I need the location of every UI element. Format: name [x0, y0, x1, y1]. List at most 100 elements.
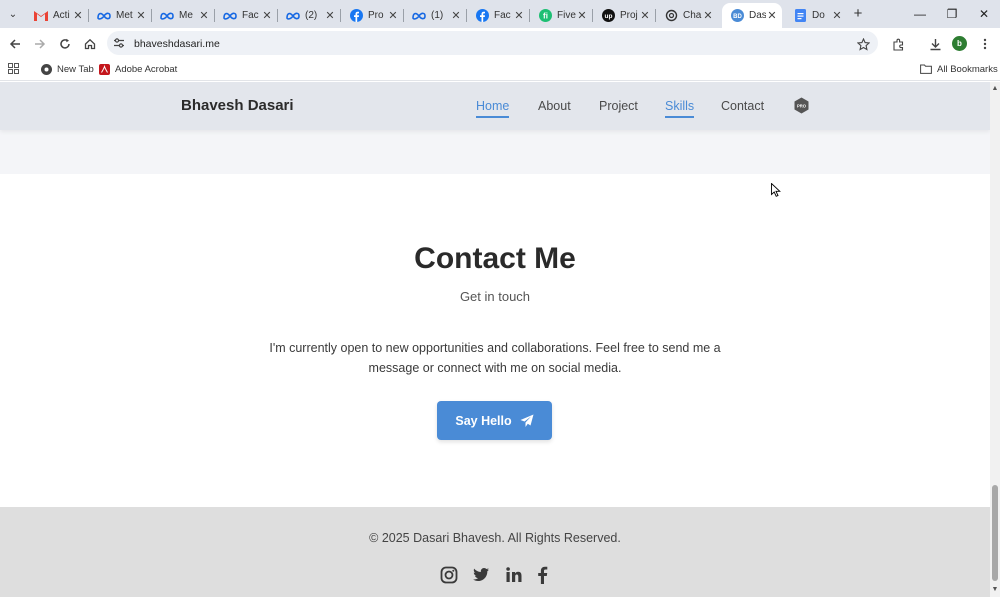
upwork-icon: up: [601, 9, 615, 23]
mouse-cursor-icon: [771, 182, 781, 197]
site-icon: BD: [730, 9, 744, 23]
address-bar[interactable]: [107, 31, 878, 55]
scroll-down-arrow-icon[interactable]: ▼: [991, 586, 999, 594]
openai-icon: [664, 9, 678, 23]
folder-icon: [920, 63, 932, 75]
close-icon[interactable]: ✕: [135, 9, 147, 22]
close-icon[interactable]: ✕: [766, 9, 778, 22]
browser-tab-6[interactable]: (1) ✕: [404, 3, 467, 28]
minimize-icon[interactable]: —: [912, 6, 928, 22]
instagram-icon[interactable]: [440, 566, 458, 584]
acrobat-icon: [98, 63, 110, 75]
twitter-icon[interactable]: [472, 566, 490, 584]
url-text[interactable]: bhaveshdasari.me: [134, 38, 220, 50]
download-icon[interactable]: [927, 36, 943, 52]
close-icon[interactable]: ✕: [324, 9, 336, 22]
extensions-puzzle-icon[interactable]: [890, 36, 906, 52]
window-close-icon[interactable]: ✕: [976, 6, 992, 22]
bookmarks-bar: New Tab Adobe Acrobat All Bookmarks: [0, 58, 1000, 81]
close-icon[interactable]: ✕: [513, 9, 525, 22]
browser-tab-8[interactable]: fi Five ✕: [530, 3, 593, 28]
meta-icon: [97, 9, 111, 23]
bookmark-adobe-acrobat[interactable]: Adobe Acrobat: [98, 63, 177, 75]
browser-tab-9[interactable]: up Proj ✕: [593, 3, 656, 28]
close-icon[interactable]: ✕: [387, 9, 399, 22]
home-icon[interactable]: [82, 36, 98, 52]
forward-arrow-icon[interactable]: [32, 36, 48, 52]
docs-icon: [793, 9, 807, 23]
browser-tab-10[interactable]: Cha ✕: [656, 3, 718, 28]
close-icon[interactable]: ✕: [72, 9, 84, 22]
reload-icon[interactable]: [57, 36, 73, 52]
scroll-up-arrow-icon[interactable]: ▲: [991, 85, 999, 93]
facebook-icon: [349, 9, 363, 23]
meta-icon: [412, 9, 426, 23]
close-icon[interactable]: ✕: [576, 9, 588, 22]
nav-skills[interactable]: Skills: [665, 99, 695, 118]
profile-avatar[interactable]: b: [952, 36, 967, 51]
meta-icon: [286, 9, 300, 23]
nav-home[interactable]: Home: [476, 99, 510, 118]
meta-icon: [223, 9, 237, 23]
browser-tab-7[interactable]: Fac ✕: [467, 3, 530, 28]
site-navbar: Bhavesh Dasari Home About Project Skills…: [0, 82, 990, 130]
contact-title: Contact Me: [414, 242, 576, 275]
all-bookmarks[interactable]: All Bookmarks: [920, 63, 998, 75]
site-footer: © 2025 Dasari Bhavesh. All Rights Reserv…: [0, 507, 990, 597]
tab-label: Pro: [368, 10, 384, 21]
pro-badge-icon[interactable]: PRO: [793, 97, 810, 114]
linkedin-icon[interactable]: [505, 566, 523, 584]
tab-strip: ⌄ Acti ✕ Met ✕ Me ✕ Fac ✕ (2) ✕ Pro ✕ (1…: [0, 0, 1000, 28]
back-arrow-icon[interactable]: [7, 36, 23, 52]
restore-icon[interactable]: ❐: [944, 6, 960, 22]
pro-badge-text: PRO: [797, 103, 807, 108]
browser-tab-0[interactable]: Acti ✕: [26, 3, 89, 28]
tab-search-chevron-icon[interactable]: ⌄: [4, 5, 22, 23]
page-viewport: Bhavesh Dasari Home About Project Skills…: [0, 82, 990, 597]
tab-label: Proj: [620, 10, 638, 21]
fiverr-icon: fi: [538, 9, 552, 23]
close-icon[interactable]: ✕: [261, 9, 273, 22]
browser-tab-2[interactable]: Me ✕: [152, 3, 215, 28]
browser-tab-11[interactable]: BD Das ✕: [722, 3, 782, 28]
kebab-menu-icon[interactable]: [977, 36, 993, 52]
bookmark-new-tab[interactable]: New Tab: [40, 63, 94, 75]
browser-tab-4[interactable]: (2) ✕: [278, 3, 341, 28]
tab-label: Acti: [53, 10, 70, 21]
browser-tab-1[interactable]: Met ✕: [89, 3, 152, 28]
chrome-icon: [40, 63, 52, 75]
svg-text:up: up: [604, 13, 612, 20]
close-icon[interactable]: ✕: [831, 9, 843, 22]
close-icon[interactable]: ✕: [639, 9, 651, 22]
close-icon[interactable]: ✕: [702, 9, 714, 22]
say-hello-label: Say Hello: [455, 413, 512, 428]
tab-label: (1): [431, 10, 444, 21]
all-bookmarks-label: All Bookmarks: [937, 63, 998, 75]
tab-label: Do: [812, 10, 825, 21]
svg-text:fi: fi: [543, 12, 548, 21]
facebook-icon: [475, 9, 489, 23]
nav-about[interactable]: About: [538, 99, 571, 116]
nav-contact[interactable]: Contact: [721, 99, 764, 116]
close-icon[interactable]: ✕: [450, 9, 462, 22]
site-info-tune-icon[interactable]: [113, 36, 127, 50]
close-icon[interactable]: ✕: [198, 9, 210, 22]
browser-tab-12[interactable]: Do ✕: [785, 3, 847, 28]
site-brand[interactable]: Bhavesh Dasari: [181, 97, 294, 114]
tab-label: Das: [749, 10, 766, 21]
new-tab-plus-icon[interactable]: +: [850, 6, 866, 22]
tab-label: Fac: [242, 10, 259, 21]
star-icon[interactable]: [855, 36, 871, 52]
say-hello-button[interactable]: Say Hello: [437, 401, 552, 440]
nav-project[interactable]: Project: [599, 99, 638, 116]
facebook-icon[interactable]: [535, 566, 553, 584]
apps-grid-icon[interactable]: [8, 63, 19, 74]
browser-tab-3[interactable]: Fac ✕: [215, 3, 278, 28]
browser-tab-5[interactable]: Pro ✕: [341, 3, 404, 28]
gmail-icon: [34, 9, 48, 23]
tab-label: Cha: [683, 10, 702, 21]
tab-label: Five: [557, 10, 576, 21]
scrollbar-thumb[interactable]: [992, 485, 998, 581]
tab-label: (2): [305, 10, 318, 21]
bookmark-label: New Tab: [57, 63, 94, 75]
